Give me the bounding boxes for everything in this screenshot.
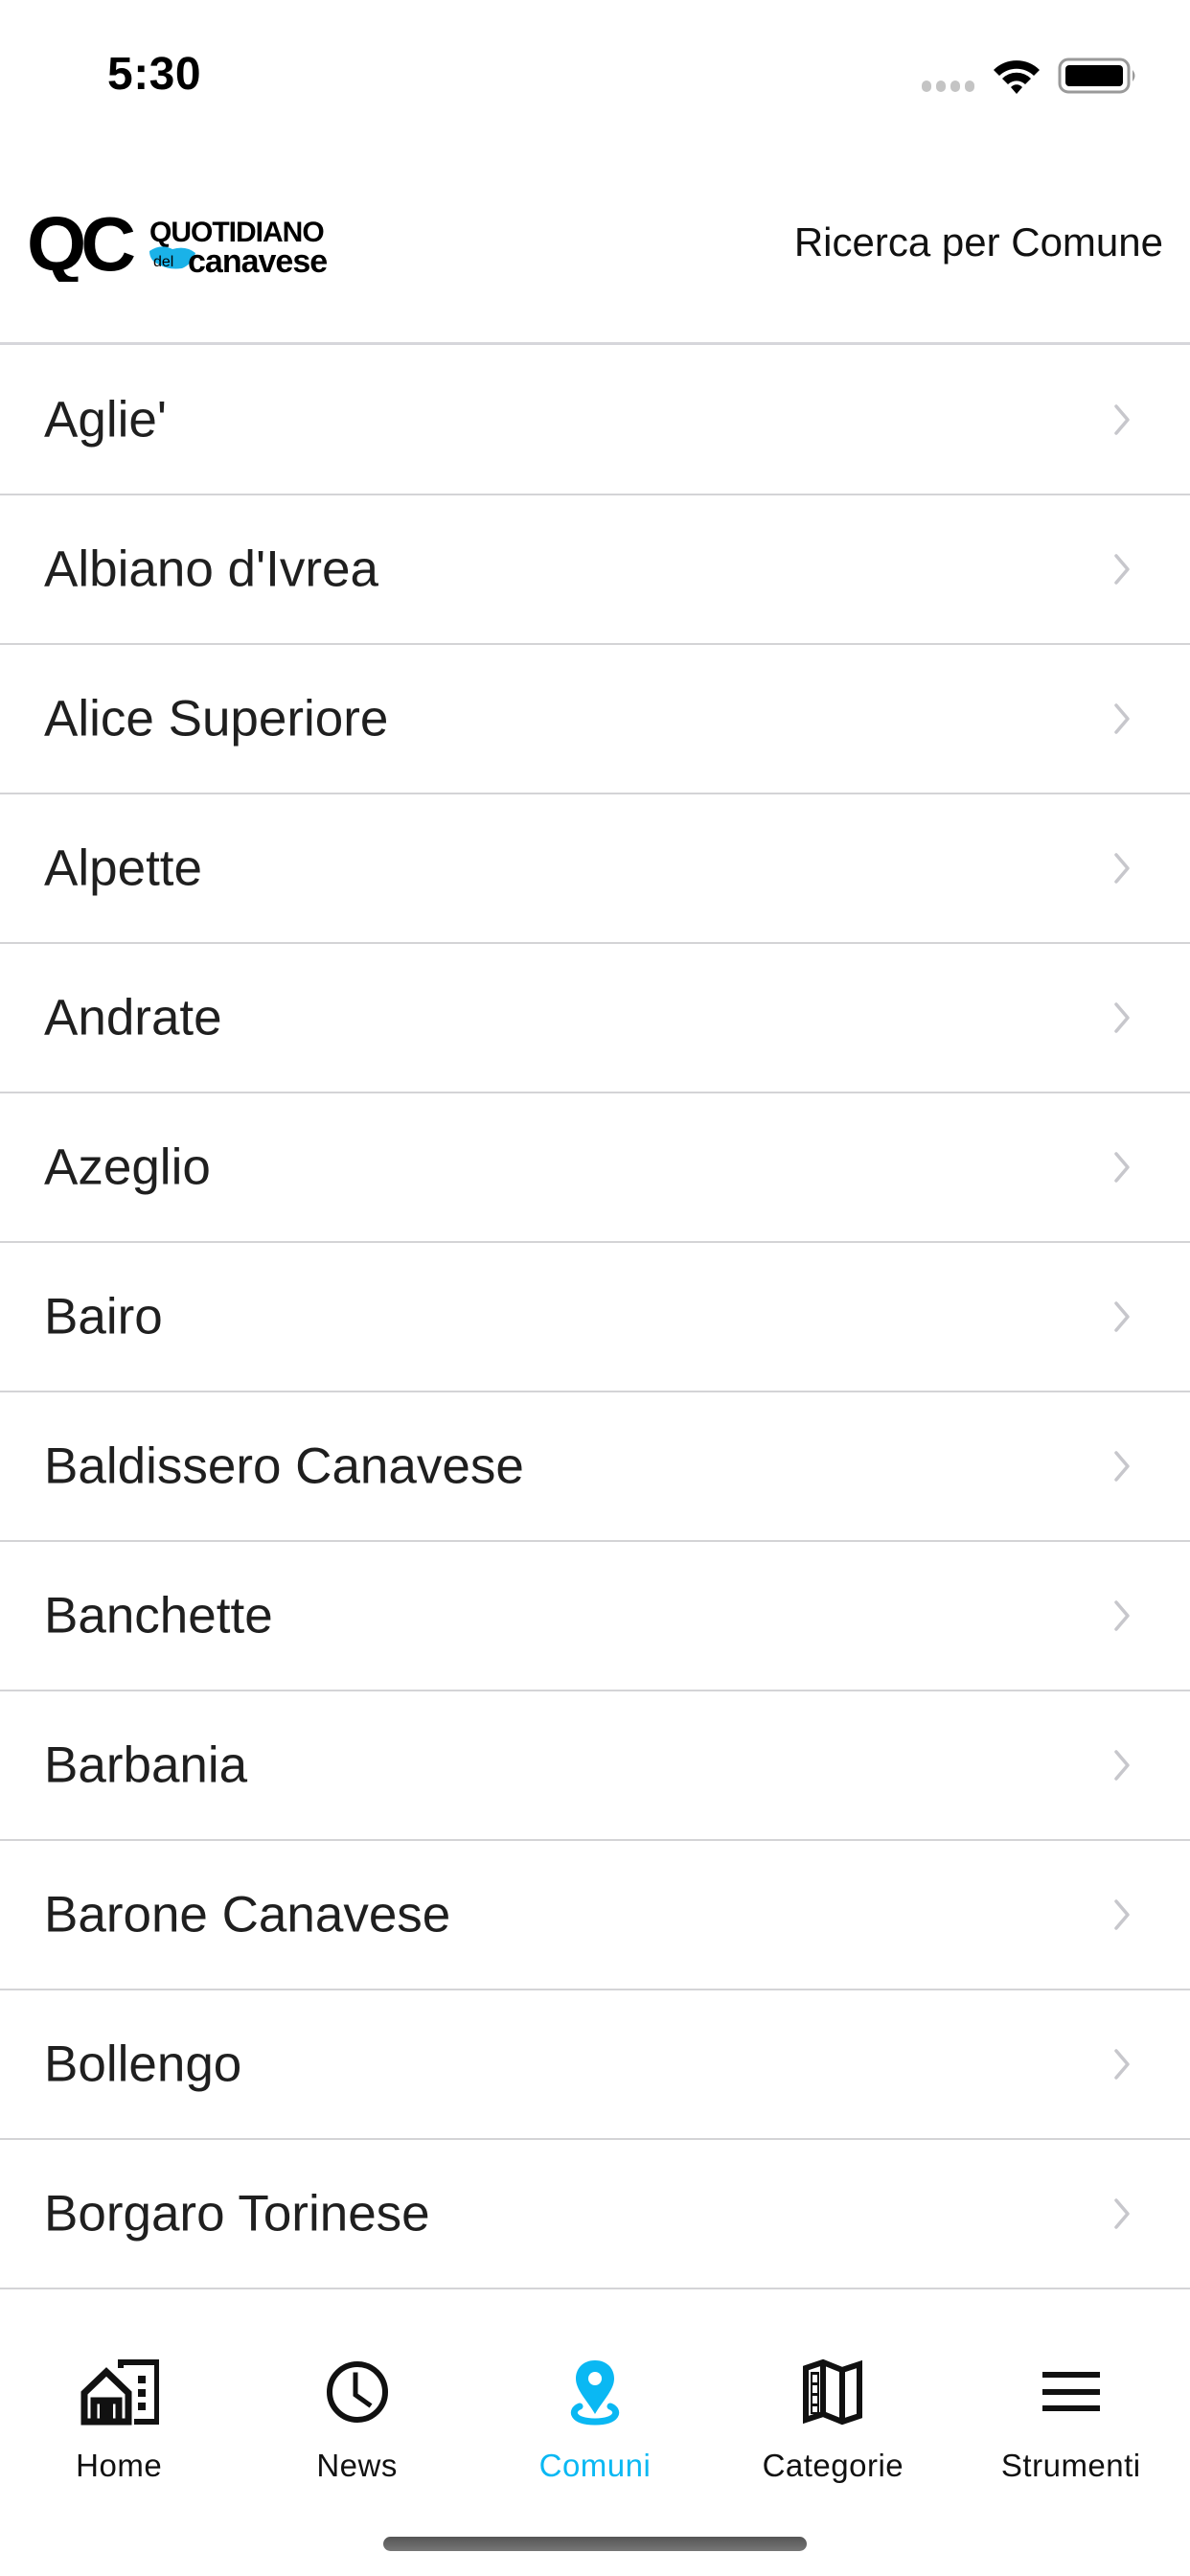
app-logo[interactable]: QC QUOTIDIANO del canavese [27,209,333,282]
chevron-right-icon [1114,1301,1130,1332]
battery-icon [1058,58,1135,94]
logo-small: del [153,254,173,270]
chevron-right-icon [1114,1750,1130,1781]
tab-strumenti[interactable]: Strumenti [952,2334,1190,2506]
list-item-label: Bollengo [44,2036,242,2093]
chevron-right-icon [1114,1600,1130,1631]
list-item-label: Barbania [44,1736,248,1794]
clock-icon [326,2361,388,2423]
list-item[interactable]: Alice Superiore [0,645,1190,794]
list-item-label: Barone Canavese [44,1886,451,1944]
nav-header: QC QUOTIDIANO del canavese Ricerca per C… [0,144,1190,345]
home-buildings-icon [80,2359,160,2426]
tab-categorie[interactable]: Categorie [714,2334,951,2506]
tab-news[interactable]: News [238,2334,475,2506]
tab-home[interactable]: Home [0,2334,238,2506]
chevron-right-icon [1114,853,1130,884]
tab-categorie-label: Categorie [762,2448,904,2483]
page-title: Ricerca per Comune [793,219,1163,264]
chevron-right-icon [1114,1899,1130,1930]
list-item[interactable]: Albiano d'Ivrea [0,495,1190,645]
chevron-right-icon [1114,554,1130,585]
list-item-label: Bairo [44,1288,163,1346]
chevron-right-icon [1114,1152,1130,1183]
status-time: 5:30 [107,49,202,100]
list-item[interactable]: Barone Canavese [0,1841,1190,1990]
status-bar: 5:30 [0,0,1190,144]
chevron-right-icon [1114,1002,1130,1033]
list-item[interactable]: Bollengo [0,1990,1190,2140]
comuni-list: Aglie' Albiano d'Ivrea Alice Superiore A… [0,346,1190,2439]
list-item-label: Alpette [44,840,203,897]
list-item-label: Albiano d'Ivrea [44,540,378,598]
list-item-label: Azeglio [44,1138,211,1196]
location-pin-icon [570,2360,620,2426]
list-item-label: Alice Superiore [44,690,389,748]
tab-home-label: Home [76,2448,163,2483]
logo-line2: canavese [188,243,327,280]
tab-comuni[interactable]: Comuni [476,2334,714,2506]
wifi-icon [994,60,1040,94]
list-item[interactable]: Banchette [0,1542,1190,1691]
list-item-label: Banchette [44,1587,273,1644]
list-item[interactable]: Aglie' [0,346,1190,495]
menu-icon [1041,2372,1100,2411]
logo-mark: QC [27,209,134,282]
chevron-right-icon [1114,1451,1130,1482]
chevron-right-icon [1114,2049,1130,2080]
tab-strumenti-label: Strumenti [1000,2448,1141,2483]
map-icon [803,2358,863,2426]
list-item-label: Borgaro Torinese [44,2185,430,2242]
list-item-label: Baldissero Canavese [44,1438,524,1495]
home-indicator[interactable] [383,2537,807,2551]
list-item[interactable]: Azeglio [0,1093,1190,1243]
list-item[interactable]: Bairo [0,1243,1190,1392]
list-item[interactable]: Borgaro Torinese [0,2140,1190,2289]
chevron-right-icon [1114,404,1130,435]
list-item[interactable]: Barbania [0,1691,1190,1841]
tab-news-label: News [316,2448,398,2483]
list-item-label: Aglie' [44,391,167,448]
chevron-right-icon [1114,2198,1130,2229]
list-item[interactable]: Baldissero Canavese [0,1392,1190,1542]
chevron-right-icon [1114,703,1130,734]
list-item[interactable]: Andrate [0,944,1190,1093]
list-item-label: Andrate [44,989,222,1046]
tab-comuni-label: Comuni [538,2448,652,2483]
list-item[interactable]: Alpette [0,794,1190,944]
signal-icon [922,80,974,92]
